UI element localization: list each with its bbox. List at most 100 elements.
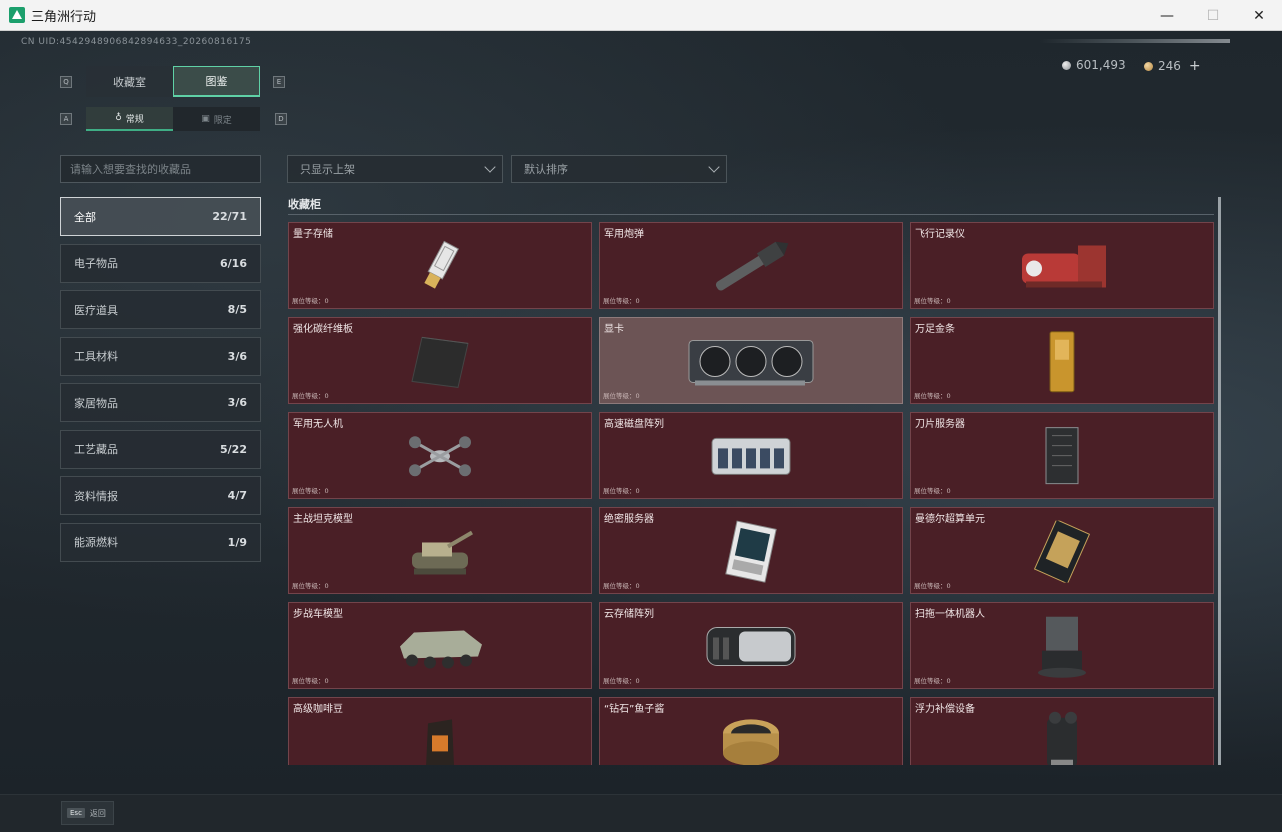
drone-icon: [405, 430, 475, 486]
item-level: 展位等级：0: [914, 677, 951, 685]
category-item[interactable]: 全部 22/71: [60, 197, 261, 236]
collection-item-card[interactable]: 云存储阵列展位等级：0: [599, 602, 903, 689]
category-item[interactable]: 资料情报 4/7: [60, 476, 261, 515]
coffee-beans-icon: [422, 713, 458, 765]
box-icon: ▣: [201, 114, 210, 124]
flame-icon: ♁: [115, 113, 122, 123]
item-name: 曼德尔超算单元: [915, 514, 985, 525]
collection-item-card[interactable]: 主战坦克模型 展位等级：0: [288, 507, 592, 594]
category-item[interactable]: 工具材料 3/6: [60, 336, 261, 376]
collection-item-card[interactable]: 曼德尔超算单元 展位等级：0: [910, 507, 1214, 594]
collection-item-card[interactable]: 军用无人机 展位等级：0: [288, 412, 592, 499]
maximize-button[interactable]: ☐: [1190, 0, 1236, 31]
category-label: 资料情报: [74, 489, 118, 503]
gold-currency: 246 +: [1144, 58, 1201, 74]
silver-coin-icon: [1062, 60, 1071, 70]
category-item[interactable]: 能源燃料 1/9: [60, 522, 261, 562]
category-count: 3/6: [227, 349, 247, 363]
item-name: 云存储阵列: [604, 609, 654, 620]
category-label: 工具材料: [74, 350, 118, 363]
scrollbar[interactable]: [1218, 197, 1221, 765]
silver-amount: 601,493: [1076, 58, 1126, 72]
carbon-plate-icon: [408, 333, 472, 393]
add-currency-button[interactable]: +: [1189, 58, 1201, 74]
category-count: 8/5: [227, 303, 247, 316]
minimize-button[interactable]: —: [1144, 0, 1190, 31]
back-button[interactable]: Esc 返回: [61, 801, 114, 825]
disk-array-icon: [706, 428, 796, 488]
subtab-normal[interactable]: ♁ 常规: [86, 107, 173, 131]
close-button[interactable]: ✕: [1236, 0, 1282, 31]
window-controls: — ☐ ✕: [1144, 0, 1282, 31]
tab-collection-room[interactable]: 收藏室: [86, 66, 173, 97]
item-name: 量子存储: [293, 229, 333, 240]
collection-item-card[interactable]: 浮力补偿设备: [910, 697, 1214, 765]
category-item[interactable]: 电子物品 6/16: [60, 243, 261, 283]
item-level: 展位等级：0: [603, 487, 640, 495]
category-label: 电子物品: [74, 257, 118, 270]
collection-item-card[interactable]: 显卡展位等级：0: [599, 317, 903, 404]
category-label: 能源燃料: [74, 536, 118, 549]
collection-item-card[interactable]: 扫拖一体机器人 展位等级：0: [910, 602, 1214, 689]
item-name: 飞行记录仪: [915, 229, 965, 240]
key-hint-a: A: [60, 113, 72, 125]
collection-item-card[interactable]: 万足金条 展位等级：0: [910, 317, 1214, 404]
collection-item-card[interactable]: 飞行记录仪展位等级：0: [910, 222, 1214, 309]
silver-currency: 601,493: [1062, 58, 1126, 72]
category-item[interactable]: 工艺藏品 5/22: [60, 429, 261, 469]
subtab-limited[interactable]: ▣ 限定: [173, 107, 260, 131]
sort-dropdown[interactable]: 默认排序: [511, 155, 727, 183]
collection-item-card[interactable]: 高级咖啡豆: [288, 697, 592, 765]
sub-tabs: ♁ 常规 ▣ 限定: [86, 107, 260, 131]
gold-coin-icon: [1144, 61, 1153, 71]
item-level: 展位等级：0: [603, 677, 640, 685]
subtab-normal-label: 常规: [125, 114, 144, 125]
collection-item-card[interactable]: 刀片服务器 展位等级：0: [910, 412, 1214, 499]
mop-robot-icon: [1032, 614, 1092, 682]
sort-label: 默认排序: [524, 163, 568, 176]
collection-item-card[interactable]: 高速磁盘阵列 展位等级：0: [599, 412, 903, 499]
category-label: 家居物品: [74, 396, 118, 410]
tab-codex[interactable]: 图鉴: [173, 66, 260, 97]
window-title: 三角洲行动: [31, 9, 97, 25]
subtab-limited-label: 限定: [213, 115, 232, 126]
item-name: 万足金条: [915, 324, 955, 335]
search-input[interactable]: [60, 155, 261, 183]
uid-label: CN UID:4542948906842894633_20260816175: [21, 37, 252, 47]
item-level: 展位等级：0: [292, 677, 329, 685]
item-level: 展位等级：0: [292, 392, 329, 400]
cloud-storage-icon: [701, 617, 801, 679]
collection-item-card[interactable]: 步战车模型 展位等级：0: [288, 602, 592, 689]
item-name: 扫拖一体机器人: [915, 609, 985, 620]
item-level: 展位等级：0: [914, 297, 951, 305]
category-item[interactable]: 家居物品 3/6: [60, 383, 261, 422]
caviar-icon: [719, 713, 783, 765]
item-level: 展位等级：0: [603, 582, 640, 590]
collection-item-card[interactable]: 绝密服务器 展位等级：0: [599, 507, 903, 594]
secret-server-icon: [721, 519, 781, 586]
item-name: 显卡: [604, 324, 624, 335]
back-label: 返回: [89, 808, 106, 818]
collection-item-card[interactable]: 军用炮弹展位等级：0: [599, 222, 903, 309]
item-level: 展位等级：0: [914, 487, 951, 495]
main-tabs: 收藏室 图鉴: [86, 66, 260, 97]
collection-item-card[interactable]: 量子存储 展位等级：0: [288, 222, 592, 309]
item-name: 主战坦克模型: [293, 514, 353, 525]
item-grid: 量子存储 展位等级：0 军用炮弹 展位等级：0 飞行记录仪 展位等级：0 强化碳纤维板 展位等…: [288, 222, 1214, 765]
category-count: 3/6: [227, 396, 247, 409]
collection-item-card[interactable]: 强化碳纤维板 展位等级：0: [288, 317, 592, 404]
item-level: 展位等级：0: [603, 392, 640, 400]
listed-filter-dropdown[interactable]: 只显示上架: [287, 155, 503, 183]
item-level: 展位等级：0: [292, 487, 329, 495]
item-level: 展位等级：0: [292, 582, 329, 590]
chevron-down-icon: [708, 161, 720, 173]
item-name: 军用炮弹: [604, 229, 644, 240]
category-count: 5/22: [220, 442, 247, 456]
graphics-card-icon: [685, 332, 817, 394]
item-grid-viewport: 量子存储 展位等级：0 军用炮弹 展位等级：0 飞行记录仪 展位等级：0 强化碳纤维板 展位等…: [288, 222, 1214, 765]
gold-bar-icon: [1047, 329, 1077, 397]
item-level: 展位等级：0: [603, 297, 640, 305]
category-item[interactable]: 医疗道具 8/5: [60, 290, 261, 329]
category-list: 全部 22/71 电子物品 6/16 医疗道具 8/5 工具材料 3/6 家居物品 3/6 工艺藏品…: [60, 197, 261, 569]
collection-item-card[interactable]: “钻石”鱼子酱: [599, 697, 903, 765]
